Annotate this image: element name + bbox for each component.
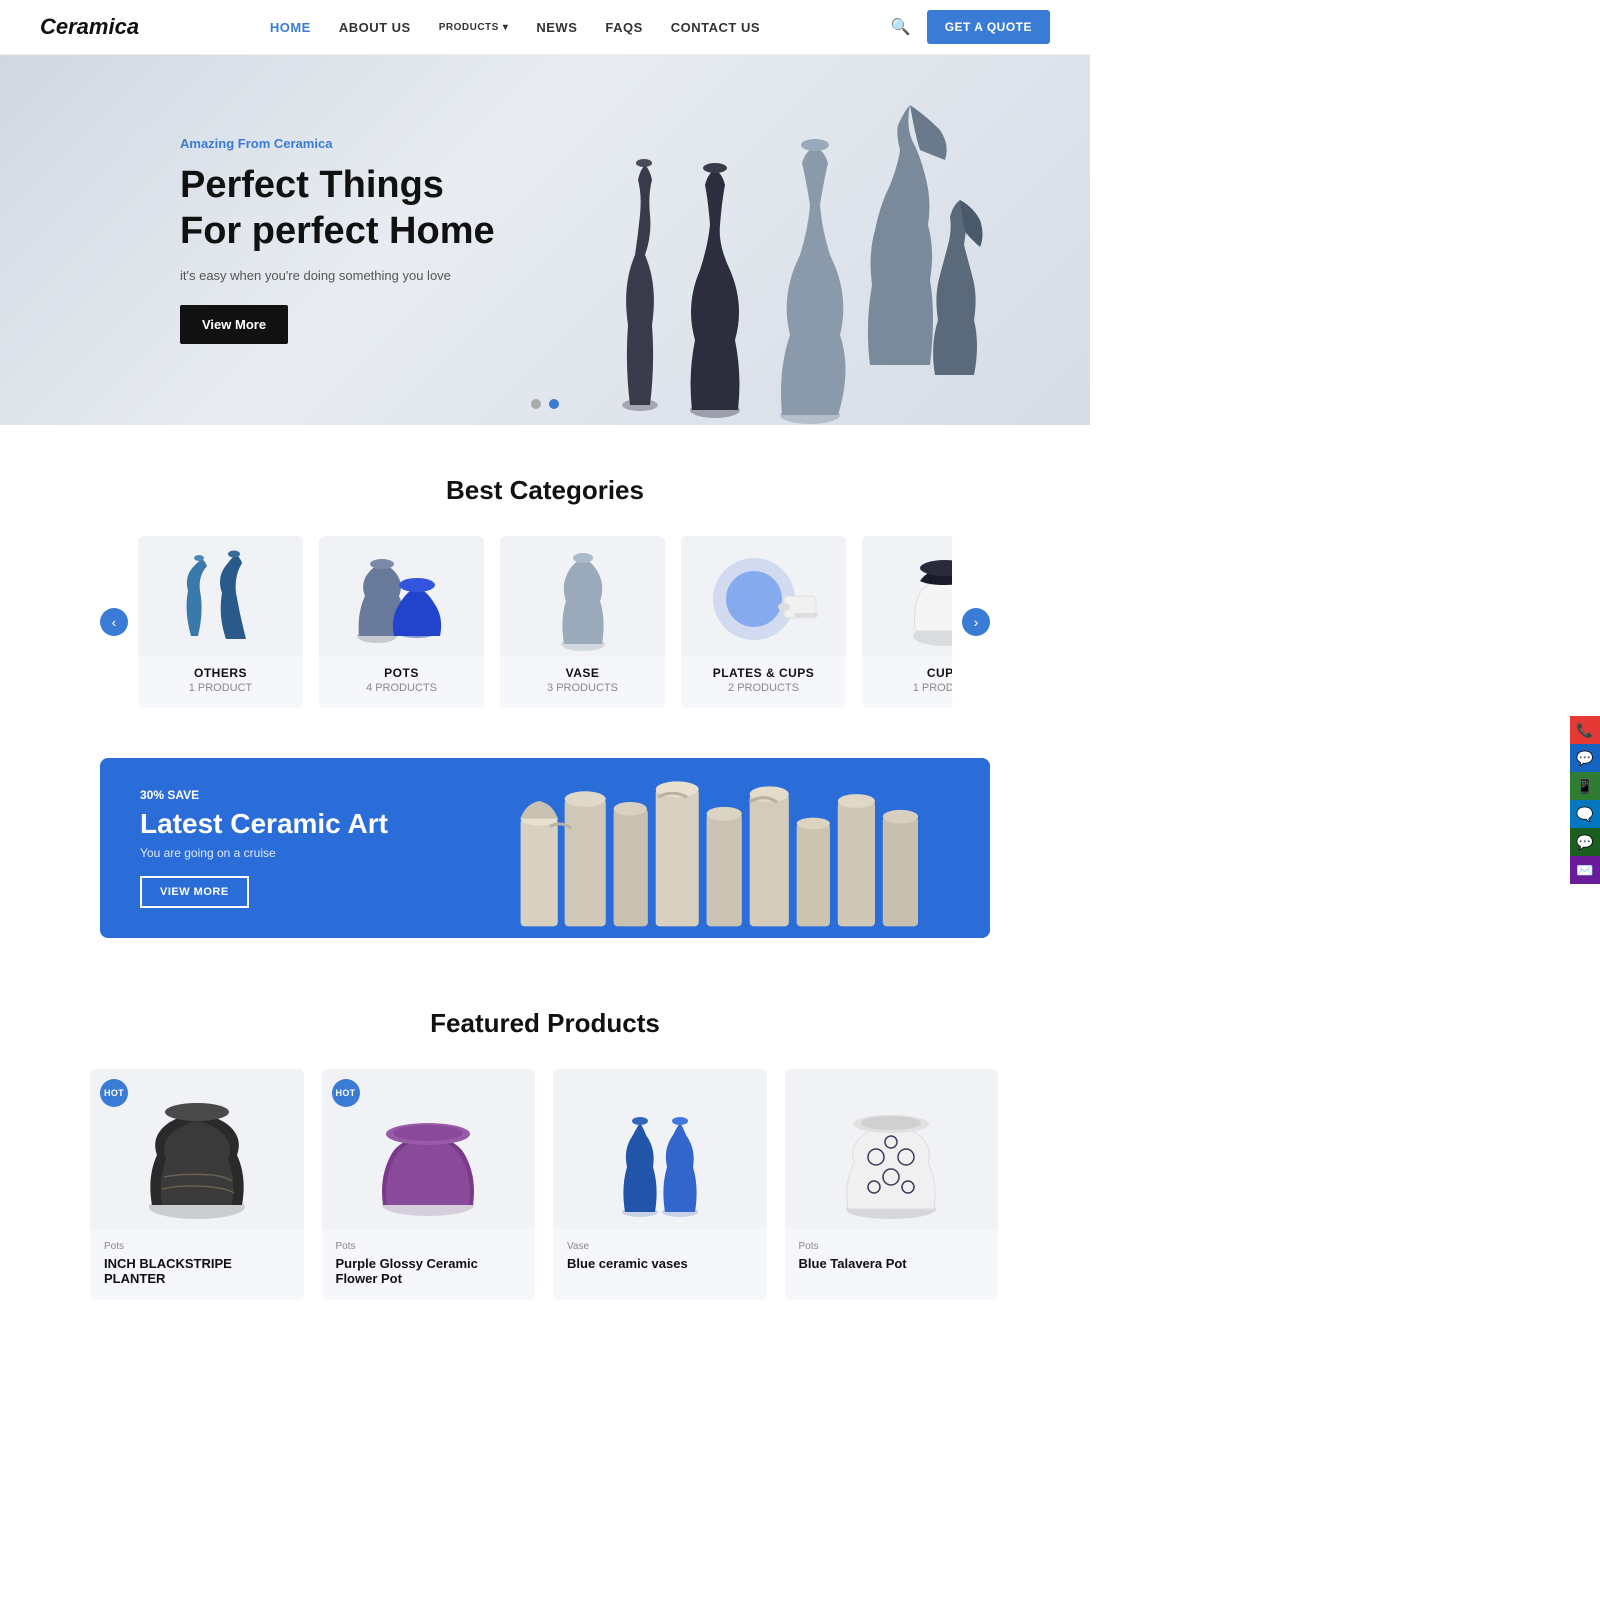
product-name-1: INCH BLACKSTRIPE PLANTER	[104, 1256, 290, 1286]
product-category-3: Vase	[567, 1241, 753, 1252]
banner-save-label: 30% SAVE	[140, 788, 388, 802]
get-quote-button[interactable]: GET A QUOTE	[927, 10, 1050, 44]
product-info-4: Pots Blue Talavera Pot	[785, 1229, 999, 1285]
hot-badge-1: HOT	[100, 1079, 128, 1107]
hot-badge-2: HOT	[332, 1079, 360, 1107]
hero-description: it's easy when you're doing something yo…	[180, 268, 495, 283]
dropdown-arrow-icon: ▾	[503, 22, 509, 33]
hero-vases-image	[580, 85, 1000, 425]
product-card-3[interactable]: Vase Blue ceramic vases	[553, 1069, 767, 1300]
nav-faqs[interactable]: FAQS	[605, 20, 642, 35]
category-pots-image	[319, 536, 484, 656]
products-grid: HOT Pots INCH BLACKSTRIPE PLANTER HOT	[90, 1069, 1000, 1300]
nav-products[interactable]: PRODUCTS ▾	[439, 22, 509, 33]
banner-title: Latest Ceramic Art	[140, 808, 388, 840]
banner-subtitle: You are going on a cruise	[140, 846, 388, 860]
main-nav: HOME ABOUT US PRODUCTS ▾ NEWS FAQS CONTA…	[270, 20, 760, 35]
product-category-4: Pots	[799, 1241, 985, 1252]
banner-section: 30% SAVE Latest Ceramic Art You are goin…	[100, 758, 990, 938]
contact-chat-icon[interactable]: 🗨️	[1570, 800, 1600, 828]
contact-wechat-icon[interactable]: 💬	[1570, 828, 1600, 856]
logo[interactable]: Ceramica	[40, 14, 139, 40]
category-plates-count: 2 PRODUCTS	[681, 682, 846, 694]
product-name-4: Blue Talavera Pot	[799, 1256, 985, 1271]
nav-news[interactable]: NEWS	[536, 20, 577, 35]
categories-section: Best Categories ‹ OTHERS 1 PRODUCT	[0, 425, 1090, 758]
hero-title: Perfect Things For perfect Home	[180, 163, 495, 254]
category-plates-name: PLATES & CUPS	[681, 666, 846, 680]
header-right: 🔍 GET A QUOTE	[891, 10, 1050, 44]
featured-section: Featured Products HOT Pots INCH BLACKSTR…	[0, 988, 1090, 1350]
featured-title: Featured Products	[90, 1008, 1000, 1039]
category-others-count: 1 PRODUCT	[138, 682, 303, 694]
category-cups[interactable]: CUPS 1 PRODUCT	[862, 536, 952, 708]
category-plates[interactable]: PLATES & CUPS 2 PRODUCTS	[681, 536, 846, 708]
banner-cta-button[interactable]: VIEW MORE	[140, 876, 249, 908]
banner-content: 30% SAVE Latest Ceramic Art You are goin…	[100, 758, 428, 938]
categories-title: Best Categories	[100, 475, 990, 506]
categories-next-button[interactable]: ›	[962, 608, 990, 636]
search-icon[interactable]: 🔍	[891, 17, 911, 37]
categories-scroll: OTHERS 1 PRODUCT POTS 4 PRODUCTS	[138, 536, 952, 708]
hero-dot-1[interactable]	[531, 399, 541, 409]
contact-email-icon[interactable]: ✉️	[1570, 856, 1600, 884]
floating-contacts: 📞 💬 📱 🗨️ 💬 ✉️	[1570, 716, 1600, 884]
category-others[interactable]: OTHERS 1 PRODUCT	[138, 536, 303, 708]
category-vase-image	[500, 536, 665, 656]
category-others-image	[138, 536, 303, 656]
hero-section: Amazing From Ceramica Perfect Things For…	[0, 55, 1090, 425]
category-cups-name: CUPS	[862, 666, 952, 680]
product-card-1[interactable]: HOT Pots INCH BLACKSTRIPE PLANTER	[90, 1069, 304, 1300]
categories-prev-button[interactable]: ‹	[100, 608, 128, 636]
nav-about[interactable]: ABOUT US	[339, 20, 411, 35]
product-image-4	[785, 1069, 999, 1229]
category-plates-image	[681, 536, 846, 656]
product-info-2: Pots Purple Glossy Ceramic Flower Pot	[322, 1229, 536, 1300]
category-others-name: OTHERS	[138, 666, 303, 680]
category-vase-count: 3 PRODUCTS	[500, 682, 665, 694]
category-vase-name: VASE	[500, 666, 665, 680]
category-cups-image	[862, 536, 952, 656]
hero-subtitle: Amazing From Ceramica	[180, 136, 495, 151]
category-cups-count: 1 PRODUCT	[862, 682, 952, 694]
hero-content: Amazing From Ceramica Perfect Things For…	[0, 136, 495, 344]
contact-phone-icon[interactable]: 📞	[1570, 716, 1600, 744]
hero-dot-2[interactable]	[549, 399, 559, 409]
categories-wrapper: ‹ OTHERS 1 PRODUCT	[100, 536, 990, 708]
banner-image	[501, 758, 991, 938]
product-card-2[interactable]: HOT Pots Purple Glossy Ceramic Flower Po…	[322, 1069, 536, 1300]
product-info-3: Vase Blue ceramic vases	[553, 1229, 767, 1285]
header: Ceramica HOME ABOUT US PRODUCTS ▾ NEWS F…	[0, 0, 1090, 55]
product-card-4[interactable]: Pots Blue Talavera Pot	[785, 1069, 999, 1300]
hero-image	[491, 55, 1091, 425]
product-category-2: Pots	[336, 1241, 522, 1252]
nav-contact[interactable]: CONTACT US	[671, 20, 760, 35]
product-name-3: Blue ceramic vases	[567, 1256, 753, 1271]
contact-whatsapp-icon[interactable]: 📱	[1570, 772, 1600, 800]
product-name-2: Purple Glossy Ceramic Flower Pot	[336, 1256, 522, 1286]
product-info-1: Pots INCH BLACKSTRIPE PLANTER	[90, 1229, 304, 1300]
category-pots-count: 4 PRODUCTS	[319, 682, 484, 694]
product-category-1: Pots	[104, 1241, 290, 1252]
contact-message-icon[interactable]: 💬	[1570, 744, 1600, 772]
category-pots[interactable]: POTS 4 PRODUCTS	[319, 536, 484, 708]
hero-dots	[531, 399, 559, 409]
category-vase[interactable]: VASE 3 PRODUCTS	[500, 536, 665, 708]
category-pots-name: POTS	[319, 666, 484, 680]
hero-cta-button[interactable]: View More	[180, 305, 288, 344]
nav-home[interactable]: HOME	[270, 20, 311, 35]
product-image-3	[553, 1069, 767, 1229]
